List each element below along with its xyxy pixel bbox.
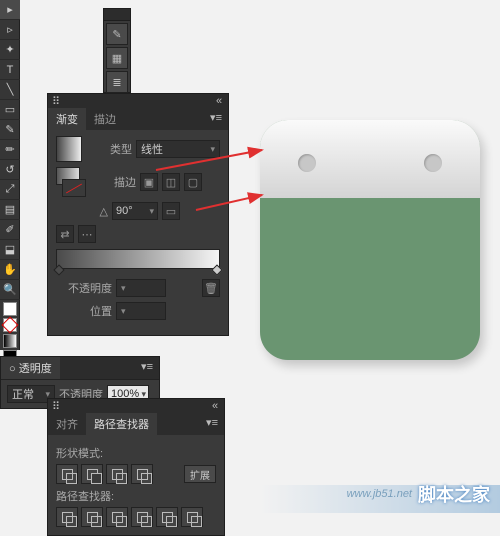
chevron-down-icon: ▾ [149,206,154,217]
opacity-label: 不透明度 [56,280,112,296]
mini-layer-button[interactable]: ≣ [106,71,128,93]
tool-graph[interactable]: ⬓ [0,240,20,260]
angle-input[interactable]: 90°▾ [112,202,158,220]
position-label: 位置 [56,303,112,319]
tool-rotate[interactable]: ↺ [0,160,20,180]
panel-collapse-icon[interactable]: « [214,96,224,106]
pathfinder-panel: ⠿ « 对齐 路径查找器 ▾≡ 形状模式: 扩展 路径查找器: [47,398,225,536]
tab-transparency[interactable]: ○ 透明度 [1,357,60,379]
mini-brush-button[interactable]: ✎ [106,23,128,45]
tool-wand[interactable]: ✦ [0,40,20,60]
tool-line[interactable]: ╲ [0,80,20,100]
crop-button[interactable] [131,507,153,527]
aspect-ratio-button[interactable]: ▭ [162,202,180,220]
gradient-swatch[interactable] [3,334,17,348]
vertical-toolbar: ▸ ▹ ✦ T ╲ ▭ ✎ ✏ ↺ ⤢ ▤ ✐ ⬓ ✋ 🔍 [0,0,20,350]
tool-brush[interactable]: ✎ [0,120,20,140]
tool-gradient[interactable]: ▤ [0,200,20,220]
exclude-button[interactable] [131,464,153,484]
gradient-panel-header[interactable]: ⠿ « [48,94,228,108]
panel-grip-icon: ⠿ [52,95,60,108]
intersect-button[interactable] [106,464,128,484]
tool-eyedrop[interactable]: ✐ [0,220,20,240]
tool-scale[interactable]: ⤢ [0,180,20,200]
pathfinder-panel-header[interactable]: ⠿ « [48,399,224,413]
minus-back-button[interactable] [181,507,203,527]
angle-label: △ [94,205,108,218]
gradient-type-select[interactable]: 线性 ▾ [136,140,220,158]
type-value: 线性 [141,141,163,157]
mini-swatch-button[interactable]: ▦ [106,47,128,69]
mini-tool-panel: ✎ ▦ ≣ [103,8,131,93]
stroke-align-center-button[interactable]: ◫ [162,173,180,191]
stroke-row-label: 描边 [90,174,136,190]
gradient-stop-left[interactable] [53,264,64,275]
minus-front-button[interactable] [81,464,103,484]
tool-zoom[interactable]: 🔍 [0,280,20,300]
trim-button[interactable] [81,507,103,527]
stroke-swatch[interactable] [3,318,17,332]
watermark-text: 脚本之家 [418,481,490,507]
fill-swatch[interactable] [3,302,17,316]
delete-stop-button[interactable]: 🗑 [202,279,220,297]
gradient-panel-tabs: 渐变 描边 ▾≡ [48,108,228,130]
expand-button[interactable]: 扩展 [184,465,216,483]
chevron-down-icon: ▾ [121,306,126,317]
watermark-url: www.jb51.net [347,488,412,500]
tool-hand[interactable]: ✋ [0,260,20,280]
tool-direct[interactable]: ▹ [0,20,20,40]
artwork-hole-right [424,154,442,172]
artwork-hole-left [298,154,316,172]
fill-stroke-swatch-pair[interactable] [56,167,86,197]
canvas-artwork [260,120,480,360]
mini-panel-grip[interactable] [104,9,130,21]
tab-stroke[interactable]: 描边 [86,108,124,130]
reverse-gradient-button[interactable]: ⇄ [56,225,74,243]
artwork-header-gradient [260,120,480,198]
stroke-align-inside-button[interactable]: ▣ [140,173,158,191]
panel-grip-icon: ⠿ [52,400,60,413]
tab-gradient[interactable]: 渐变 [48,108,86,130]
chevron-down-icon: ▾ [121,283,126,294]
gradient-preview-thumb[interactable] [56,136,82,162]
panel-menu-icon[interactable]: ▾≡ [204,108,228,130]
tool-type[interactable]: T [0,60,20,80]
type-label: 类型 [86,141,132,157]
stroke-align-outside-button[interactable]: ▢ [184,173,202,191]
gradient-panel: ⠿ « 渐变 描边 ▾≡ 类型 线性 ▾ 描边 ▣ ◫ ▢ △ [47,93,229,336]
tool-select[interactable]: ▸ [0,0,20,20]
chevron-down-icon: ▾ [210,144,215,155]
merge-button[interactable] [106,507,128,527]
shape-mode-label: 形状模式: [56,445,216,461]
pathfinder-label: 路径查找器: [56,488,216,504]
gradient-stop-right[interactable] [211,264,222,275]
gradient-options-button[interactable]: ⋯ [78,225,96,243]
outline-button[interactable] [156,507,178,527]
tab-pathfinder[interactable]: 路径查找器 [86,413,157,435]
stroke-mini-swatch[interactable] [62,179,86,197]
panel-menu-icon[interactable]: ▾≡ [200,413,224,435]
stop-opacity-select[interactable]: ▾ [116,279,166,297]
stop-position-select[interactable]: ▾ [116,302,166,320]
gradient-panel-body: 类型 线性 ▾ 描边 ▣ ◫ ▢ △ 90°▾ ▭ ⇄ ⋯ [48,130,228,335]
panel-collapse-icon[interactable]: « [210,401,220,411]
tab-align[interactable]: 对齐 [48,413,86,435]
unite-button[interactable] [56,464,78,484]
divide-button[interactable] [56,507,78,527]
watermark: www.jb51.net 脚本之家 [347,481,490,507]
tool-rect[interactable]: ▭ [0,100,20,120]
gradient-ramp[interactable] [56,249,220,269]
tool-pencil[interactable]: ✏ [0,140,20,160]
panel-menu-icon[interactable]: ▾≡ [135,357,159,379]
